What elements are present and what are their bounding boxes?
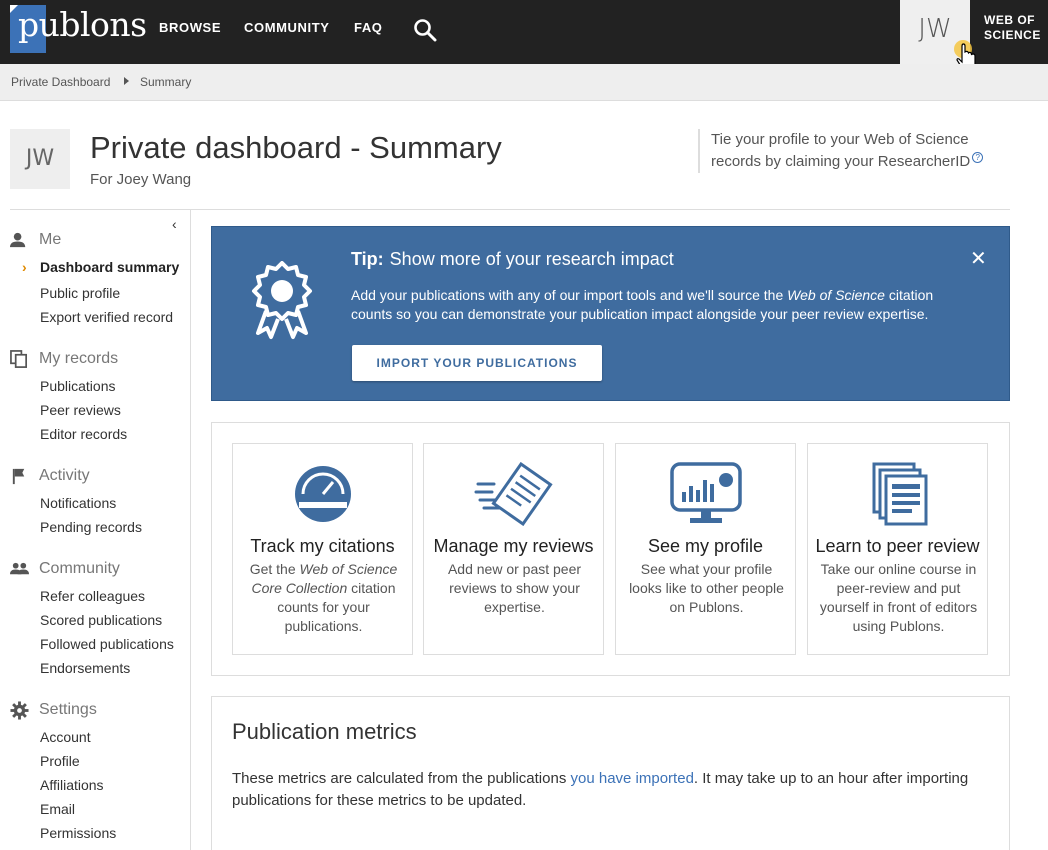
publication-metrics-panel: Publication metrics These metrics are ca… (211, 696, 1010, 850)
card-learn-peer-review[interactable]: Learn to peer review Take our online cou… (807, 443, 988, 655)
tip-banner: Tip: Show more of your research impact Ad… (211, 226, 1010, 401)
gear-icon (10, 701, 29, 720)
sidebar-section-me: Me (39, 231, 62, 248)
breadcrumb-private-dashboard[interactable]: Private Dashboard (11, 75, 110, 89)
top-navigation-bar: publons BROWSE COMMUNITY FAQ JW WEB OF S… (0, 0, 1048, 64)
wos-line-1: WEB OF (984, 13, 1035, 27)
logo-text: publons (18, 5, 147, 44)
sidebar-item-account[interactable]: Account (40, 729, 91, 745)
breadcrumb-caret-icon (124, 77, 129, 85)
sidebar-item-notifications[interactable]: Notifications (40, 495, 116, 511)
card-description: Take our online course in peer-review an… (819, 561, 978, 634)
sidebar-item-affiliations[interactable]: Affiliations (40, 777, 104, 793)
tip-title: Tip: Show more of your research impact (351, 249, 674, 269)
card-description: See what your profile looks like to othe… (629, 561, 784, 615)
sidebar-item-pending-records[interactable]: Pending records (40, 519, 142, 535)
search-icon[interactable] (413, 18, 437, 42)
metrics-title: Publication metrics (232, 719, 417, 744)
nav-faq[interactable]: FAQ (354, 20, 383, 35)
web-of-science-link[interactable]: WEB OF SCIENCE (984, 13, 1041, 43)
sidebar-item-export-verified-record[interactable]: Export verified record (40, 309, 173, 325)
import-publications-button[interactable]: IMPORT YOUR PUBLICATIONS (352, 345, 602, 381)
sidebar-item-email[interactable]: Email (40, 801, 75, 817)
sidebar-section-my-records: My records (39, 350, 119, 367)
people-icon (10, 562, 29, 575)
sidebar-item-dashboard-summary[interactable]: Dashboard summary (40, 259, 179, 275)
imported-publications-link[interactable]: you have imported (571, 770, 694, 787)
profile-avatar: JW (10, 129, 70, 189)
header-divider (10, 209, 1010, 210)
sidebar-item-editor-records[interactable]: Editor records (40, 426, 127, 442)
sidebar-item-publications[interactable]: Publications (40, 378, 116, 394)
claim-line-1: Tie your profile to your Web of Science (711, 131, 969, 148)
page-title: Private dashboard - Summary (90, 130, 502, 165)
card-title: Track my citations (250, 536, 395, 556)
sidebar-item-followed-publications[interactable]: Followed publications (40, 636, 174, 652)
active-chevron-icon: › (22, 259, 27, 275)
help-icon[interactable]: ? (972, 152, 984, 163)
claim-researcherid-prompt[interactable]: Tie your profile to your Web of Science … (698, 129, 1018, 173)
sidebar-item-scored-publications[interactable]: Scored publications (40, 612, 162, 628)
nav-community[interactable]: COMMUNITY (244, 20, 330, 35)
claim-line-2: records by claiming your ResearcherID? (711, 151, 1018, 173)
tip-body: Add your publications with any of our im… (351, 287, 934, 322)
card-title: Learn to peer review (815, 536, 980, 556)
flag-icon (12, 468, 25, 485)
metrics-description: These metrics are calculated from the pu… (232, 770, 969, 809)
card-see-profile[interactable]: See my profile See what your profile loo… (615, 443, 796, 655)
sidebar-item-profile[interactable]: Profile (40, 753, 80, 769)
breadcrumb: Private Dashboard Summary (0, 64, 1048, 101)
breadcrumb-summary: Summary (140, 75, 192, 89)
collapse-sidebar-icon[interactable]: ‹ (172, 216, 177, 232)
publons-logo[interactable]: publons (10, 5, 147, 53)
card-description: Get the Web of Science Core Collection c… (249, 561, 398, 634)
wos-line-2: SCIENCE (984, 28, 1041, 42)
card-description: Add new or past peer reviews to show you… (447, 561, 582, 615)
card-manage-reviews[interactable]: Manage my reviews Add new or past peer r… (423, 443, 604, 655)
card-title: Manage my reviews (433, 536, 594, 556)
page-subtitle: For Joey Wang (90, 171, 192, 188)
copy-icon (10, 350, 28, 368)
card-track-citations[interactable]: Track my citations Get the Web of Scienc… (232, 443, 413, 655)
sidebar-section-settings: Settings (39, 701, 97, 718)
close-icon[interactable]: ✕ (970, 246, 987, 271)
sidebar-section-community: Community (39, 560, 120, 577)
nav-browse[interactable]: BROWSE (159, 20, 221, 35)
gauge-icon (295, 466, 351, 522)
sidebar-item-refer-colleagues[interactable]: Refer colleagues (40, 588, 145, 604)
document-stack-icon (872, 462, 928, 526)
sidebar-item-permissions[interactable]: Permissions (40, 825, 116, 841)
sidebar-item-peer-reviews[interactable]: Peer reviews (40, 402, 121, 418)
sidebar-section-activity: Activity (39, 467, 90, 484)
card-title: See my profile (647, 536, 764, 556)
sidebar-item-public-profile[interactable]: Public profile (40, 285, 120, 301)
award-ribbon-icon (252, 261, 312, 339)
sidebar-item-endorsements[interactable]: Endorsements (40, 660, 130, 676)
review-document-icon (474, 462, 553, 526)
monitor-chart-icon (670, 462, 742, 523)
person-icon (10, 232, 26, 248)
sidebar-divider (190, 210, 191, 850)
